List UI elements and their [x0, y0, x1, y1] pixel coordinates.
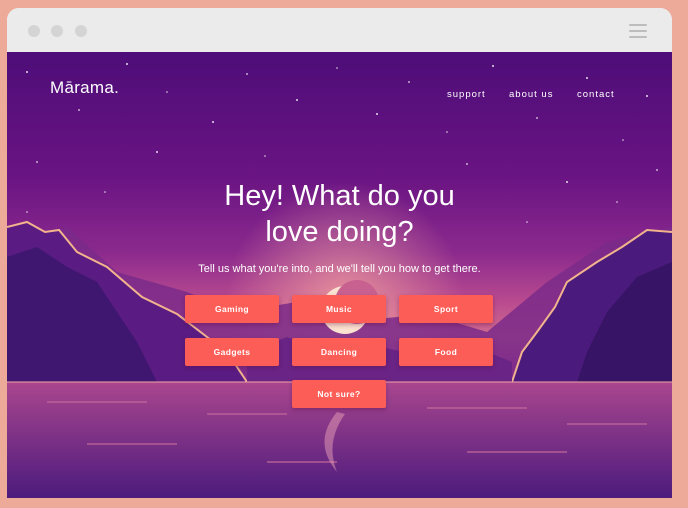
option-food-button[interactable]: Food — [399, 338, 493, 366]
page-title: Hey! What do you love doing? — [7, 178, 672, 250]
option-not-sure-button[interactable]: Not sure? — [292, 380, 386, 408]
hamburger-menu-icon[interactable] — [629, 24, 647, 38]
landscape-illustration — [7, 63, 672, 498]
option-gaming-button[interactable]: Gaming — [185, 295, 279, 323]
window-dot-icon — [75, 25, 87, 37]
headline-line-1: Hey! What do you — [224, 180, 455, 212]
option-sport-button[interactable]: Sport — [399, 295, 493, 323]
hero-subtitle: Tell us what you're into, and we'll tell… — [198, 263, 481, 275]
browser-window: Mārama. support about us contact Hey! Wh… — [7, 8, 672, 498]
option-dancing-button[interactable]: Dancing — [292, 338, 386, 366]
option-gadgets-button[interactable]: Gadgets — [185, 338, 279, 366]
option-music-button[interactable]: Music — [292, 295, 386, 323]
brand-logo[interactable]: Mārama. — [50, 78, 119, 98]
window-dot-icon — [28, 25, 40, 37]
browser-chrome — [7, 8, 672, 52]
window-dot-icon — [51, 25, 63, 37]
headline-line-2: love doing? — [265, 216, 414, 248]
nav-link-support[interactable]: support — [447, 89, 486, 100]
nav-link-about-us[interactable]: about us — [509, 89, 553, 100]
hero-scene: Mārama. support about us contact Hey! Wh… — [7, 52, 672, 498]
nav-link-contact[interactable]: contact — [577, 89, 615, 100]
